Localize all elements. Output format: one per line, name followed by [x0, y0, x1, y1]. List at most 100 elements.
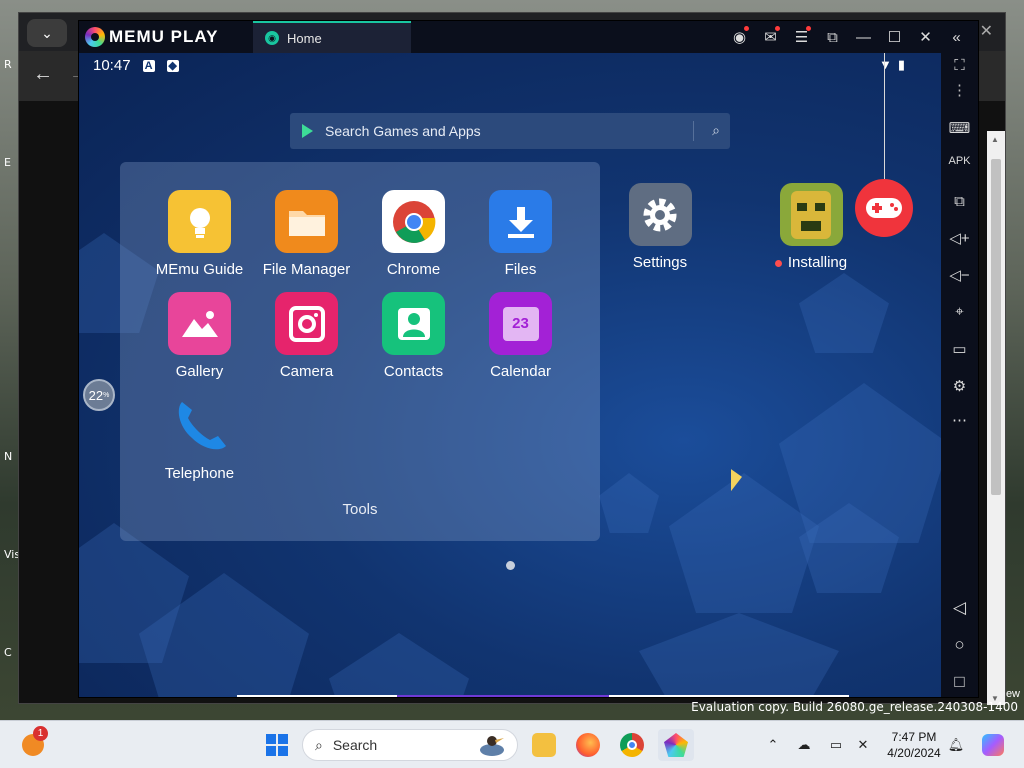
app-contacts[interactable]: Contacts: [360, 292, 467, 380]
mail-icon[interactable]: ✉: [755, 26, 786, 46]
display-icon[interactable]: ▭: [824, 729, 848, 761]
back-arrow-icon[interactable]: ←: [33, 63, 53, 86]
home-circle-icon[interactable]: ○: [941, 635, 978, 655]
back-triangle-icon[interactable]: ◁: [941, 598, 978, 618]
tab-home[interactable]: ◉ Home: [253, 21, 411, 53]
performance-gauge[interactable]: 22%: [83, 379, 115, 411]
app-chrome[interactable]: Chrome: [360, 190, 467, 278]
bg-pentagon: [329, 633, 469, 697]
taskbar-search[interactable]: ⌕ Search: [302, 729, 518, 761]
chevron-up-icon[interactable]: ⌃: [762, 729, 784, 761]
copilot-icon[interactable]: [978, 729, 1008, 761]
account-icon[interactable]: ◉: [724, 26, 755, 46]
collapse-sidebar-icon[interactable]: «: [941, 29, 972, 46]
search-placeholder: Search Games and Apps: [325, 123, 481, 139]
scrollbar-thumb[interactable]: [991, 159, 1001, 495]
windows-taskbar: 1 ⌕ Search ⌃ ☁ ▭ ✕ 7:47 PM 4/20/2024 🔔︎: [0, 720, 1024, 768]
folder-name[interactable]: Tools: [120, 501, 600, 518]
gauge-unit: %: [103, 391, 110, 399]
file-explorer-icon[interactable]: [526, 729, 562, 761]
progress-bar: [237, 695, 849, 697]
gamepad-icon[interactable]: [855, 179, 913, 237]
windows-logo-icon: [266, 734, 288, 756]
memu-window: MEMU PLAY ◉ Home ◉ ✉ ☰ ⧉ — ☐ ✕ « 10:47 A: [78, 20, 979, 698]
search-icon[interactable]: ⌕: [712, 122, 720, 139]
maximize-icon[interactable]: ☐: [879, 28, 910, 46]
recents-square-icon[interactable]: □: [941, 672, 978, 692]
progress-segment: [397, 695, 609, 697]
browser-scrollbar[interactable]: ▲ ▼: [987, 131, 1005, 705]
camera-icon: [275, 292, 338, 355]
notification-badge: 1: [33, 726, 48, 741]
app-calendar[interactable]: 23 Calendar: [467, 292, 574, 380]
desktop-label: E: [4, 156, 11, 169]
app-file-manager[interactable]: File Manager: [253, 190, 360, 278]
bell-icon[interactable]: 🔔︎: [944, 729, 968, 761]
memu-logo: MEMU PLAY: [85, 27, 218, 47]
close-icon[interactable]: ✕: [980, 21, 993, 41]
scroll-up-icon[interactable]: ▲: [991, 135, 999, 144]
clock[interactable]: 7:47 PM 4/20/2024: [878, 729, 950, 761]
bg-pentagon: [639, 613, 839, 697]
app-label: Calendar: [490, 363, 551, 380]
memu-titlebar: MEMU PLAY ◉ Home ◉ ✉ ☰ ⧉ — ☐ ✕ «: [79, 21, 978, 53]
download-icon: [489, 190, 552, 253]
start-button[interactable]: [262, 729, 292, 761]
chrome-icon: [382, 190, 445, 253]
gear-icon[interactable]: ⚙: [941, 377, 978, 395]
app-settings[interactable]: Settings: [605, 183, 715, 271]
app-installing[interactable]: Installing: [756, 183, 866, 271]
weather-widget[interactable]: 1: [16, 726, 50, 761]
memu-right-toolbar: ⛶ ⋮ ⌨ APK ⧉ ◁+ ◁− ⌖ ▭ ⚙ ⋯ ◁ ○ □: [941, 53, 978, 697]
chrome-taskbar-icon[interactable]: [614, 729, 650, 761]
search-icon: ⌕: [315, 736, 323, 753]
more-vertical-icon[interactable]: ⋮: [941, 81, 978, 99]
app-files[interactable]: Files: [467, 190, 574, 278]
app-label: Telephone: [164, 465, 235, 482]
app-camera[interactable]: Camera: [253, 292, 360, 380]
cloud-offline-icon[interactable]: ☁: [792, 729, 816, 761]
app-label: Chrome: [386, 261, 441, 278]
taskbar-search-label: Search: [332, 737, 378, 753]
fullscreen-icon[interactable]: ⛶: [941, 57, 978, 74]
installing-indicator: [774, 259, 782, 267]
more-horizontal-icon[interactable]: ⋯: [941, 411, 978, 429]
wifi-icon: ▼: [878, 57, 892, 72]
multi-window-icon[interactable]: ⧉: [941, 193, 978, 210]
volume-down-icon[interactable]: ◁−: [941, 266, 978, 284]
android-home-screen: 10:47 A ◆ ▼ ▮ Search Games and Apps ⌕ ME…: [79, 53, 943, 697]
location-icon[interactable]: ⌖: [941, 303, 978, 320]
memu-logo-icon: [85, 27, 105, 47]
folder-icon[interactable]: ▭: [941, 340, 978, 358]
calendar-icon: 23: [489, 292, 552, 355]
menu-icon[interactable]: ☰: [786, 26, 817, 46]
app-label: Installing: [787, 254, 848, 271]
search-highlight-icon: [480, 736, 504, 756]
app-telephone[interactable]: Telephone: [146, 394, 253, 482]
temple-run-icon: [779, 183, 843, 246]
volume-muted-icon[interactable]: ✕: [852, 729, 874, 761]
apk-icon[interactable]: APK: [941, 155, 978, 167]
app-gallery[interactable]: Gallery: [146, 292, 253, 380]
image-icon: [168, 292, 231, 355]
page-indicator: [506, 561, 515, 570]
search-games-bar[interactable]: Search Games and Apps ⌕: [290, 113, 730, 149]
folder-icon: [275, 190, 338, 253]
bg-pentagon: [799, 273, 889, 353]
clock-time: 7:47 PM: [891, 730, 937, 744]
tab-home-label: Home: [287, 30, 322, 46]
desktop-label: C: [4, 646, 12, 659]
chevron-down-icon[interactable]: ⌄: [27, 19, 67, 47]
keyboard-icon[interactable]: ⌨: [941, 119, 978, 137]
firefox-icon[interactable]: [570, 729, 606, 761]
minimize-icon[interactable]: —: [848, 29, 879, 46]
status-bar: 10:47 A ◆: [93, 57, 179, 74]
app-memu-guide[interactable]: MEmu Guide: [146, 190, 253, 278]
volume-up-icon[interactable]: ◁+: [941, 229, 978, 247]
calendar-day: 23: [502, 306, 539, 341]
memu-taskbar-icon[interactable]: [658, 729, 694, 761]
window-mode-icon[interactable]: ⧉: [817, 29, 848, 46]
app-label: File Manager: [262, 261, 351, 278]
close-icon[interactable]: ✕: [910, 28, 941, 46]
play-store-icon: [302, 124, 313, 138]
